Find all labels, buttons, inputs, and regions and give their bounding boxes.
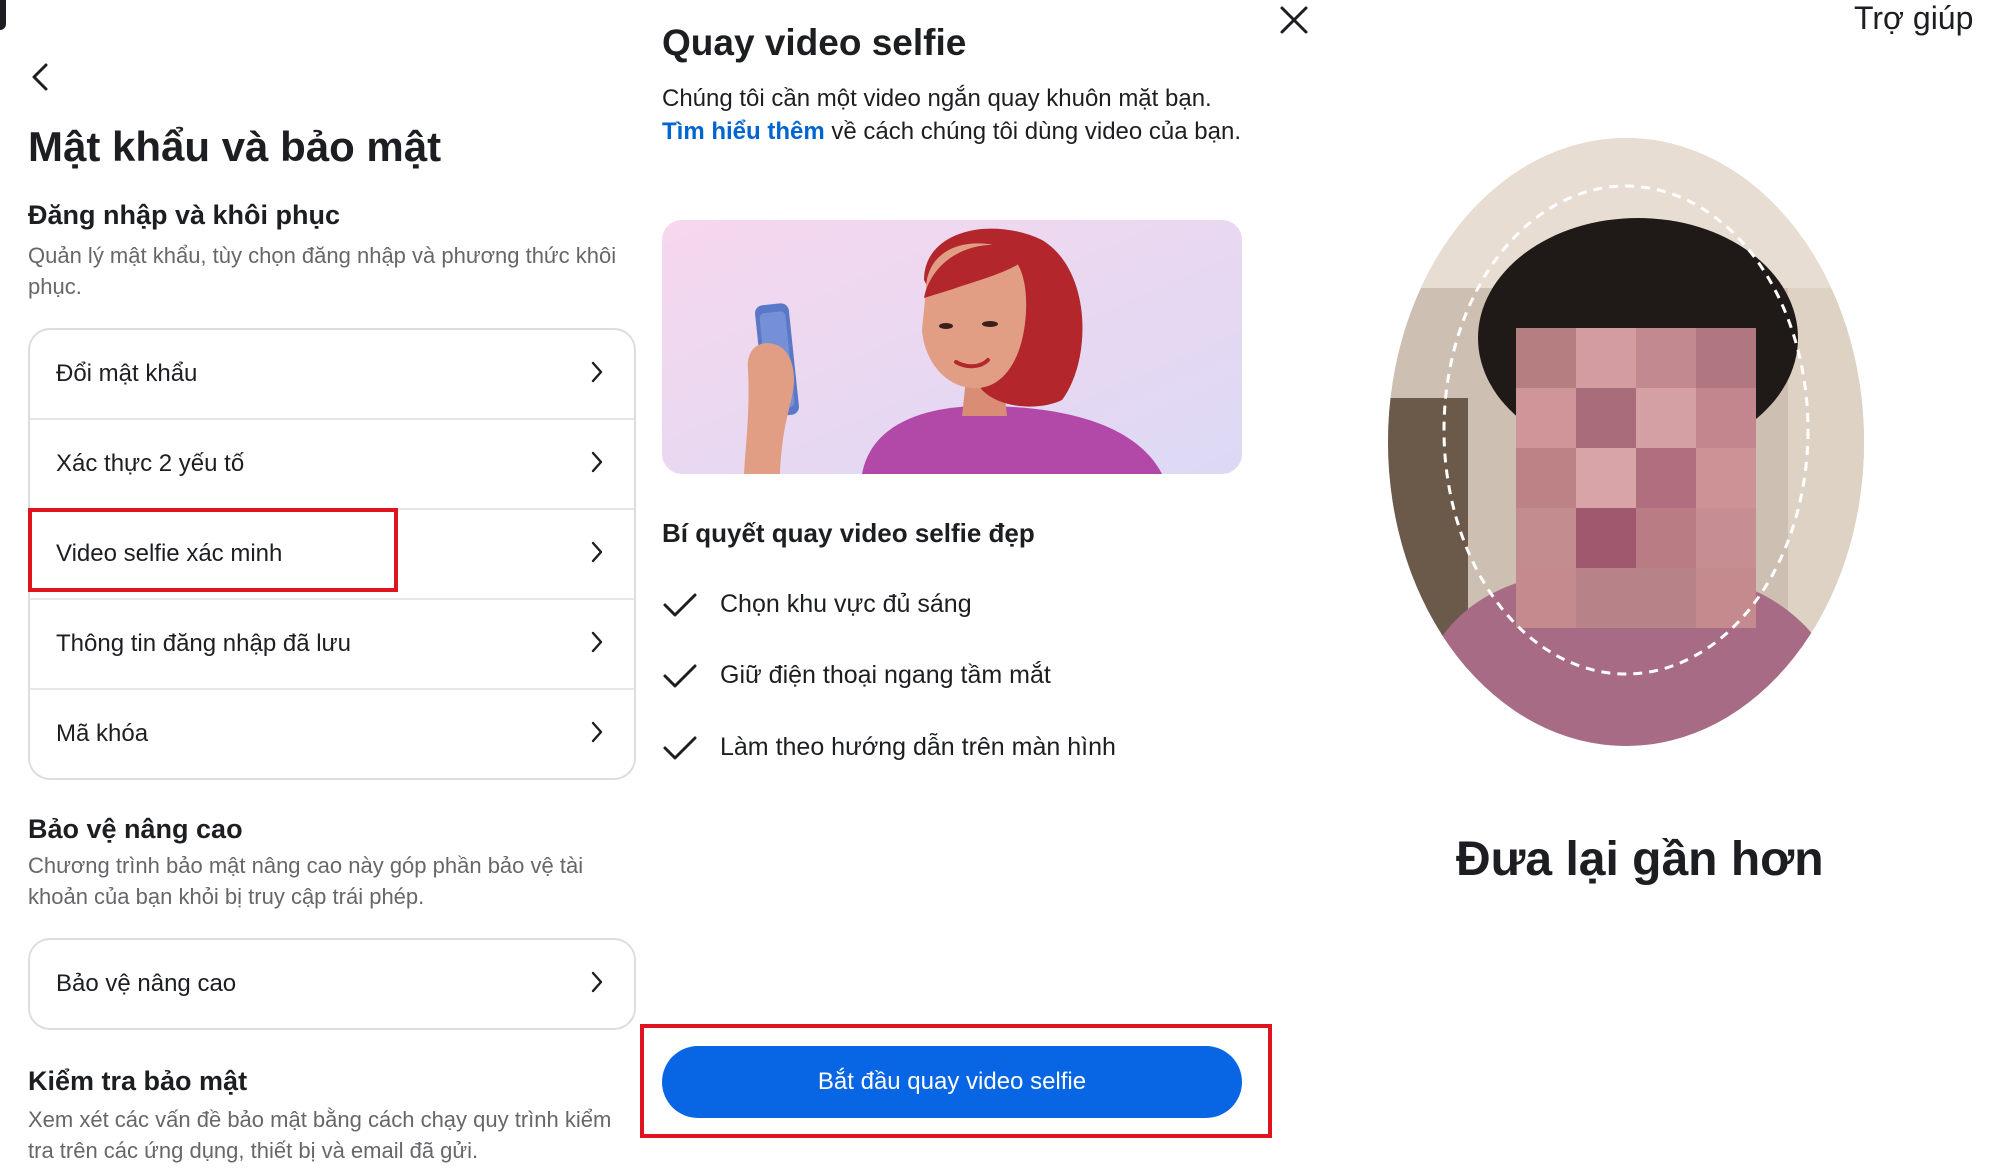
tip-item: Giữ điện thoại ngang tầm mắt [662,661,1051,690]
item-label: Xác thực 2 yếu tố [56,450,245,477]
tip-item: Chọn khu vực đủ sáng [662,590,972,619]
checkmark-icon [663,593,697,616]
camera-instruction: Đưa lại gần hơn [1456,833,1824,886]
selfie-illustration [662,220,1242,474]
start-button-highlight-box [640,1024,1272,1138]
login-section-title: Đăng nhập và khôi phục [28,200,341,230]
description-text: về cách chúng tôi dùng video của bạn. [824,118,1241,145]
chevron-right-icon [591,451,603,473]
advanced-section-description: Chương trình bảo mật nâng cao này góp ph… [28,853,584,909]
chevron-right-icon [591,631,603,653]
page-title: Mật khẩu và bảo mật [28,123,442,170]
two-factor-auth-item[interactable]: Xác thực 2 yếu tố [30,420,634,510]
screen-corner [0,0,6,30]
chevron-right-icon [591,361,603,383]
item-label: Đổi mật khẩu [56,360,198,387]
checkup-section-title: Kiểm tra bảo mật [28,1066,248,1096]
advanced-section-title: Bảo vệ nâng cao [28,814,243,844]
passkey-item[interactable]: Mã khóa [30,690,634,778]
selfie-description: Chúng tôi cần một video ngắn quay khuôn … [662,82,1252,148]
login-section-description: Quản lý mật khẩu, tùy chọn đăng nhập và … [28,243,617,299]
advanced-protection-item[interactable]: Bảo vệ nâng cao [30,940,634,1028]
item-label: Bảo vệ nâng cao [56,970,237,997]
item-label: Thông tin đăng nhập đã lưu [56,630,351,657]
close-icon[interactable] [1278,4,1310,36]
change-password-item[interactable]: Đổi mật khẩu [30,330,634,420]
tips-title: Bí quyết quay video selfie đẹp [662,518,1035,548]
advanced-protection-card: Bảo vệ nâng cao [28,938,636,1030]
tip-text: Chọn khu vực đủ sáng [720,590,972,618]
chevron-right-icon [591,541,603,563]
saved-login-info-item[interactable]: Thông tin đăng nhập đã lưu [30,600,634,690]
learn-more-link[interactable]: Tìm hiểu thêm [662,118,825,145]
checkmark-icon [663,736,697,759]
checkup-section-description: Xem xét các vấn đề bảo mật bằng cách chạ… [28,1107,612,1163]
video-selfie-highlight-box [28,508,398,592]
camera-preview [1388,138,1864,746]
tip-item: Làm theo hướng dẫn trên màn hình [662,733,1116,762]
tip-text: Giữ điện thoại ngang tầm mắt [720,661,1051,689]
help-link[interactable]: Trợ giúp [1854,0,1973,37]
item-label: Mã khóa [56,720,149,747]
tip-text: Làm theo hướng dẫn trên màn hình [720,733,1116,761]
back-arrow-icon[interactable] [26,62,56,92]
chevron-right-icon [591,971,603,993]
checkmark-icon [663,664,697,687]
description-text: Chúng tôi cần một video ngắn quay khuôn … [662,85,1212,112]
chevron-right-icon [591,721,603,743]
selfie-page-title: Quay video selfie [662,22,967,63]
